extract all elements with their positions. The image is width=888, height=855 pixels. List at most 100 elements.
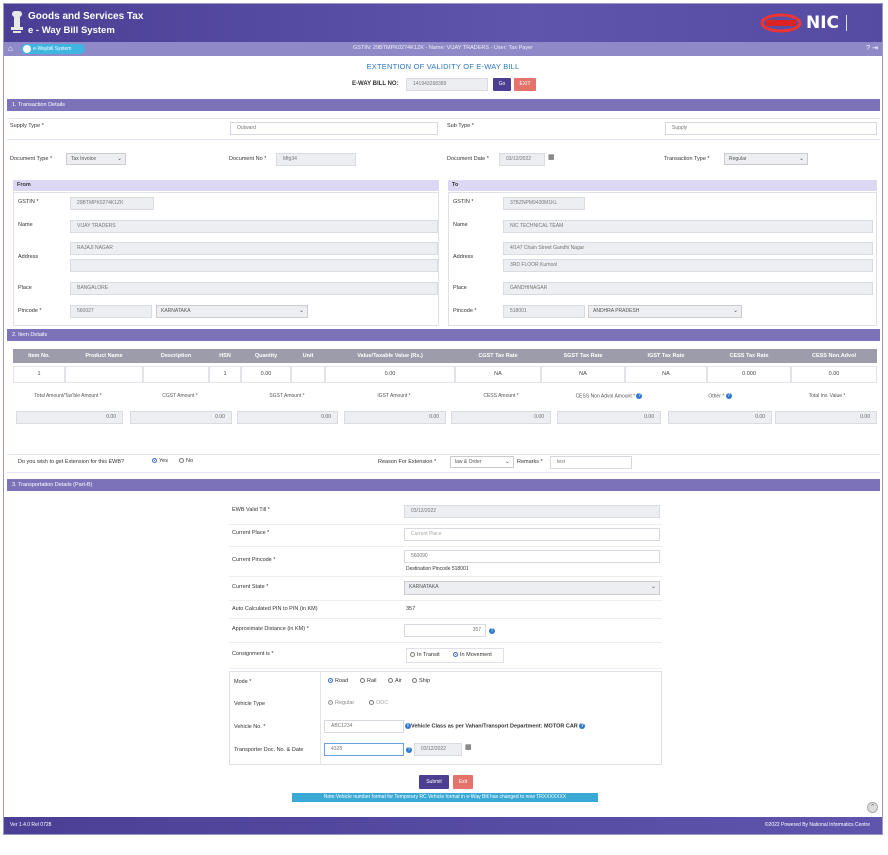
transporter-doc-input[interactable]: 4328 — [324, 743, 404, 756]
extension-no-label: No — [186, 458, 194, 464]
ewb-search-row: E-WAY BILL NO: 141943268389 Go EXIT — [4, 76, 882, 94]
cess-non-advol-label: CESS Non Advol Amount * ? — [557, 393, 661, 399]
transaction-type-select[interactable]: Regular ⌄ — [724, 153, 808, 165]
in-movement-radio[interactable]: In Movement — [453, 650, 492, 660]
current-place-label: Current Place * — [232, 530, 270, 536]
from-address1-input[interactable]: RAJAJI NAGAR — [70, 242, 438, 255]
from-place-input[interactable]: BANGALORE — [70, 282, 438, 295]
total-amount-input[interactable]: 0.00 — [16, 411, 123, 424]
transporter-date-input[interactable]: 03/12/2022 — [414, 743, 462, 756]
ewb-number-input[interactable]: 141943268389 — [406, 78, 488, 91]
cess-non-advol-label-text: CESS Non Advol Amount * — [575, 393, 636, 400]
mode-label: Mode * — [234, 679, 252, 685]
extension-no-radio[interactable]: No — [179, 456, 193, 466]
cell-cess-rate[interactable]: 0.000 — [707, 366, 791, 383]
app-frame: Goods and Services Tax e - Way Bill Syst… — [3, 3, 883, 835]
col-igst-rate: IGST Tax Rate — [625, 349, 707, 363]
help-icon[interactable]: ? — [866, 45, 870, 52]
from-address-label: Address — [18, 254, 39, 260]
document-type-value: Tax Invoice — [71, 156, 97, 162]
submit-button[interactable]: Submit — [419, 775, 449, 789]
destination-pincode-text: Destination Pincode 518001 — [406, 566, 469, 572]
extension-row — [7, 454, 880, 473]
cell-description[interactable] — [143, 366, 209, 383]
in-transit-radio[interactable]: In Transit — [410, 650, 440, 660]
from-place-label: Place — [18, 285, 32, 291]
cell-cgst-rate[interactable]: NA — [455, 366, 541, 383]
help-icon[interactable]: ? — [489, 628, 495, 634]
from-address2-input[interactable] — [70, 259, 438, 272]
from-gstin-input[interactable]: 29BTMPK0274K1ZK — [70, 197, 154, 210]
current-pincode-input[interactable]: 560090 — [404, 550, 660, 563]
igst-amount-input[interactable]: 0.00 — [344, 411, 446, 424]
scroll-top-icon[interactable]: ⌃ — [867, 802, 878, 813]
igst-amount-label: IGST Amount * — [377, 393, 411, 399]
cell-value[interactable]: 0.00 — [325, 366, 455, 383]
mode-road-radio[interactable]: Road — [328, 676, 348, 686]
vehicle-class-value: Vehicle Class as per Vahan/Transport Dep… — [411, 723, 578, 730]
cgst-amount-input[interactable]: 0.00 — [130, 411, 232, 424]
sgst-amount-input[interactable]: 0.00 — [237, 411, 338, 424]
to-address2-input[interactable]: 3RD FLOOR Kurnool — [503, 259, 873, 272]
document-date-input[interactable]: 03/12/2022 — [499, 153, 545, 166]
to-state-select[interactable]: ANDHRA PRADESH ⌄ — [588, 305, 742, 318]
exit-top-button[interactable]: EXIT — [514, 78, 536, 91]
to-gstin-input[interactable]: 37BZNPM9430M1KL — [503, 197, 585, 210]
cell-igst-rate[interactable]: NA — [625, 366, 707, 383]
chevron-down-icon: ⌄ — [798, 156, 804, 162]
document-type-select[interactable]: Tax Invoice ⌄ — [66, 153, 126, 165]
reason-value: law & Order — [455, 459, 482, 465]
from-header: From — [13, 180, 439, 191]
total-inv-value-input[interactable]: 0.00 — [775, 411, 877, 424]
chevron-down-icon: ⌄ — [504, 459, 510, 465]
help-icon[interactable]: ? — [406, 747, 412, 753]
to-header: To — [448, 180, 877, 191]
exit-button[interactable]: Exit — [453, 775, 473, 789]
to-address-label: Address — [453, 254, 474, 260]
from-pincode-label: Pincode * — [18, 308, 42, 314]
cell-product-name[interactable] — [65, 366, 143, 383]
logout-icon[interactable]: ⇥ — [872, 45, 878, 52]
calendar-icon[interactable]: ▦ — [548, 153, 555, 161]
to-name-input[interactable]: NIC TECHNICAL TEAM — [503, 220, 873, 233]
calendar-icon[interactable]: ▦ — [465, 743, 472, 751]
from-name-input[interactable]: VIJAY TRADERS — [70, 220, 438, 233]
cess-amount-input[interactable]: 0.00 — [451, 411, 551, 424]
valid-till-input: 03/12/2022 — [404, 505, 660, 518]
extension-yes-radio[interactable]: Yes — [152, 456, 168, 466]
cell-cess-non-advol[interactable]: 0.00 — [791, 366, 877, 383]
cell-sgst-rate[interactable]: NA — [541, 366, 625, 383]
reason-label: Reason For Extension * — [378, 459, 437, 465]
reason-select[interactable]: law & Order ⌄ — [450, 456, 514, 468]
from-pincode-input[interactable]: 560027 — [70, 305, 152, 318]
from-state-select[interactable]: KARNATAKA ⌄ — [156, 305, 308, 318]
cell-unit[interactable] — [291, 366, 325, 383]
nic-logo-text: NIC — [806, 13, 840, 33]
col-product-name: Product Name — [65, 349, 143, 363]
to-address1-input[interactable]: 4/147 Chain Street Gandhi Nagar — [503, 242, 873, 255]
vehicle-no-input[interactable]: ABC1234 — [324, 720, 404, 733]
remarks-input[interactable]: test — [550, 456, 632, 469]
sub-navbar: ⌂ e-Waybill System GSTIN: 29BTMPK0274K1Z… — [4, 42, 882, 56]
help-icon[interactable]: ? — [725, 393, 732, 399]
go-button[interactable]: Go — [493, 78, 511, 91]
current-place-input[interactable]: Current Place — [404, 528, 660, 541]
help-icon[interactable]: ? — [636, 393, 643, 399]
current-state-select[interactable]: KARNATAKA ⌄ — [404, 581, 660, 595]
to-place-input[interactable]: GANDHINAGAR — [503, 282, 873, 295]
mode-ship-radio[interactable]: Ship — [412, 676, 430, 686]
cell-hsn[interactable]: 1 — [209, 366, 241, 383]
to-pincode-input[interactable]: 518001 — [503, 305, 585, 318]
mode-rail-radio[interactable]: Rail — [360, 676, 376, 686]
cell-quantity[interactable]: 0.00 — [241, 366, 291, 383]
extension-question: Do you wish to get Extension for this EW… — [18, 459, 125, 465]
document-no-input[interactable]: Mfg34 — [276, 153, 356, 166]
help-icon[interactable]: ? — [579, 723, 586, 729]
approx-distance-input[interactable]: 357 — [404, 624, 486, 637]
other-amount-input[interactable]: 0.00 — [668, 411, 772, 424]
vehicle-type-regular-radio[interactable]: Regular — [328, 698, 354, 708]
cess-non-advol-input[interactable]: 0.00 — [557, 411, 661, 424]
vehicle-type-odc-radio[interactable]: ODC — [369, 698, 388, 708]
mode-air-radio[interactable]: Air — [388, 676, 402, 686]
app-footer: Ver 1.4.0 Rel 0728 ©2022 Powered By Nati… — [4, 817, 882, 834]
